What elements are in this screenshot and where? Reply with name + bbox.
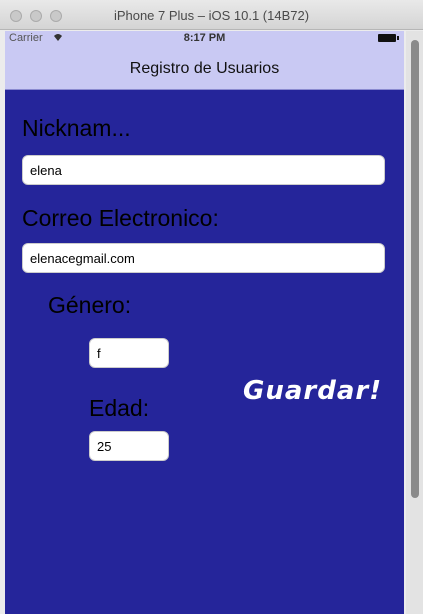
battery-icon [378, 34, 399, 42]
email-label: Correo Electronico: [22, 205, 219, 231]
simulator-screen: Carrier 8:17 PM Registro de Usuarios Nic… [5, 31, 404, 614]
nickname-label: Nicknam... [22, 115, 131, 141]
nav-bar: Registro de Usuarios [5, 47, 404, 90]
age-label: Edad: [89, 395, 150, 421]
scroll-thumb[interactable] [411, 40, 419, 498]
email-field[interactable] [22, 243, 385, 273]
page-title: Registro de Usuarios [129, 60, 280, 77]
age-field[interactable] [89, 431, 169, 461]
status-time: 8:17 PM [183, 32, 226, 44]
gender-label: Género: [48, 292, 132, 318]
window-titlebar: iPhone 7 Plus – iOS 10.1 (14B72) [0, 0, 423, 30]
nickname-field[interactable] [22, 155, 385, 185]
save-button[interactable]: Guardar! [243, 376, 382, 406]
gender-field[interactable] [89, 338, 169, 368]
status-bar: Carrier 8:17 PM [5, 31, 404, 47]
window-title: iPhone 7 Plus – iOS 10.1 (14B72) [113, 8, 310, 23]
